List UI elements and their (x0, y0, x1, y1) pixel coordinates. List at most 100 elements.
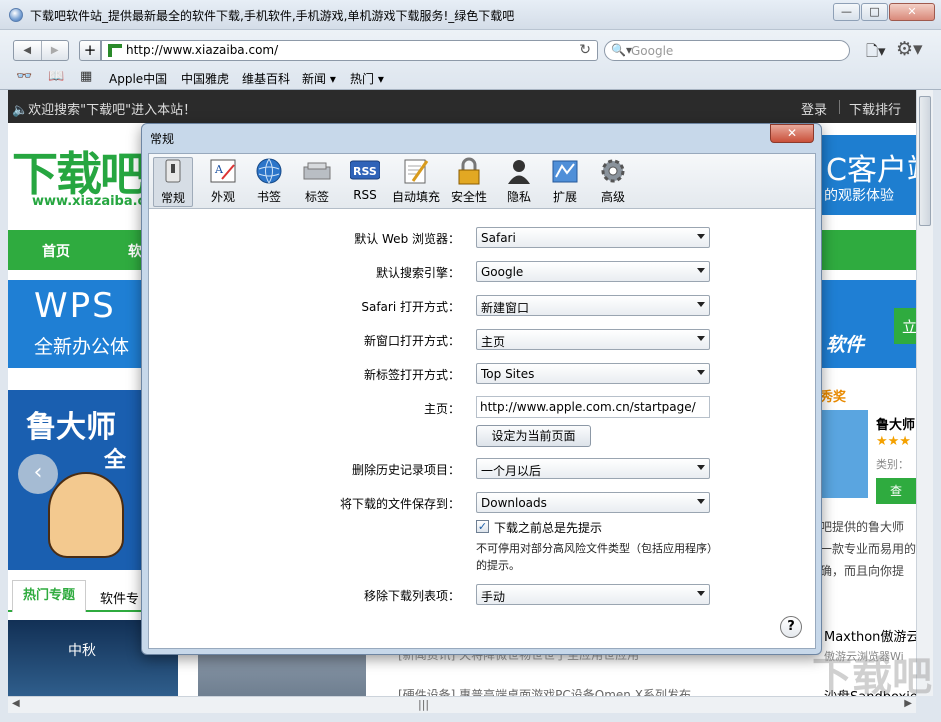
bookmarks-bar: 👓 📖 ▦ Apple中国 中国雅虎 维基百科 新闻 ▾ 热门 ▾ (0, 67, 941, 87)
right-ad-title: C客户端 (826, 145, 916, 189)
add-bookmark-button[interactable]: + (79, 40, 101, 61)
safari-app-icon (9, 8, 23, 22)
bookmarks-book-icon[interactable]: 📖 (48, 69, 64, 84)
ludashi-app-image[interactable] (818, 410, 868, 498)
tab-general-label: 常规 (154, 189, 192, 206)
dropdown-arrow-icon (697, 268, 705, 273)
nav-buttons: ◀ ▶ (13, 40, 69, 61)
news-item[interactable]: [硬件设备] 惠普高端桌面游戏PC设备Omen X系列发布 (398, 686, 691, 696)
remove-history-label: 删除历史记录项目： (260, 461, 460, 478)
bookmark-apple[interactable]: Apple中国 (109, 70, 167, 87)
tab-security[interactable]: 安全性 (449, 157, 489, 207)
login-link[interactable]: 登录 (801, 99, 827, 118)
minimize-button[interactable]: — (833, 3, 860, 21)
bookmark-news[interactable]: 新闻 ▾ (302, 70, 336, 87)
save-to-select[interactable]: Downloads (476, 492, 710, 513)
category-label: 类别： (876, 456, 909, 472)
tab-advanced-label: 高级 (593, 188, 633, 205)
back-button[interactable]: ◀ (14, 41, 41, 60)
tabs-icon (302, 157, 332, 185)
ask-before-download-label[interactable]: 下载之前总是先提示 (494, 519, 602, 536)
safari-open-label: Safari 打开方式： (260, 298, 460, 315)
horizontal-scrollbar[interactable]: ◀ ||| ▶ (8, 696, 916, 713)
globe-icon (254, 157, 284, 185)
tab-tabs[interactable]: 标签 (297, 157, 337, 207)
help-button[interactable]: ? (780, 616, 802, 638)
safari-open-select[interactable]: 新建窗口 (476, 295, 710, 316)
rss-icon: RSS (350, 157, 380, 185)
default-browser-select[interactable]: Safari (476, 227, 710, 248)
search-placeholder[interactable]: Google (631, 44, 673, 58)
ask-before-download-checkbox[interactable]: ✓ (476, 520, 489, 533)
tab-extensions[interactable]: 扩展 (545, 157, 585, 207)
bookmark-popular[interactable]: 热门 ▾ (350, 70, 384, 87)
top-sites-grid-icon[interactable]: ▦ (80, 69, 92, 84)
reading-list-icon[interactable]: 👓 (16, 69, 32, 84)
settings-gear-icon[interactable]: ⚙▾ (896, 38, 923, 60)
vertical-scrollbar[interactable] (916, 90, 933, 696)
wps-banner[interactable]: WPS 全新办公体 (8, 280, 148, 368)
dropdown-arrow-icon (697, 234, 705, 239)
remove-downloads-value: 手动 (481, 588, 505, 605)
search-engine-select[interactable]: Google (476, 261, 710, 282)
ranking-link[interactable]: 下载排行 (849, 99, 901, 118)
new-window-select[interactable]: 主页 (476, 329, 710, 350)
homepage-value[interactable]: http://www.apple.com.cn/startpage/ (480, 400, 696, 414)
search-icon[interactable]: 🔍▾ (611, 43, 632, 57)
tab-software-topics[interactable]: 软件专 (100, 588, 139, 607)
nav-home[interactable]: 首页 (42, 241, 70, 261)
tab-bookmarks[interactable]: 书签 (249, 157, 289, 207)
dialog-close-button[interactable]: ✕ (770, 124, 814, 143)
tab-extensions-label: 扩展 (545, 188, 585, 205)
tab-privacy[interactable]: 隐私 (499, 157, 539, 207)
app-name[interactable]: 鲁大师 (876, 414, 915, 433)
site-favicon-icon (108, 44, 122, 57)
window-bottom-edge (0, 713, 941, 722)
scrollbar-thumb[interactable] (919, 96, 931, 226)
rating-stars: ★★★ (876, 434, 911, 449)
view-button[interactable]: 查 (876, 478, 916, 504)
dropdown-arrow-icon (697, 591, 705, 596)
tab-hot-topics[interactable]: 热门专题 (12, 580, 86, 612)
set-current-page-button[interactable]: 设定为当前页面 (476, 425, 591, 447)
right-banner-button[interactable]: 立 (894, 308, 916, 344)
bookmark-wikipedia[interactable]: 维基百科 (242, 70, 290, 87)
maxthon-link[interactable]: Maxthon傲游云 (824, 626, 916, 645)
new-tab-label: 新标签打开方式： (260, 366, 460, 383)
scroll-left-arrow-icon[interactable]: ◀ (12, 698, 20, 709)
address-text[interactable]: http://www.xiazaiba.com/ (126, 43, 278, 57)
dropdown-arrow-icon (697, 302, 705, 307)
dropdown-arrow-icon (697, 499, 705, 504)
reload-icon[interactable]: ↻ (579, 42, 591, 58)
carousel-prev-button[interactable]: ‹ (18, 454, 58, 494)
new-tab-select[interactable]: Top Sites (476, 363, 710, 384)
right-ad-banner[interactable]: C客户端 的观影体验 (818, 135, 916, 215)
window-title: 下载吧软件站_提供最新最全的软件下载,手机软件,手机游戏,单机游戏下载服务!_绿… (30, 7, 514, 24)
ludashi-sub: 全 (104, 442, 126, 474)
right-software-banner[interactable]: 软件 立 (818, 280, 916, 368)
remove-downloads-select[interactable]: 手动 (476, 584, 710, 605)
maximize-button[interactable]: □ (861, 3, 888, 21)
nav-software[interactable]: 软 (128, 241, 142, 261)
dropdown-arrow-icon (697, 465, 705, 470)
cartoon-character-image (48, 472, 124, 558)
forward-button[interactable]: ▶ (41, 41, 69, 60)
tab-advanced[interactable]: 高级 (593, 157, 633, 207)
ludashi-title: 鲁大师 (26, 402, 116, 446)
tab-autofill[interactable]: 自动填充 (391, 157, 441, 207)
tab-rss[interactable]: RSS RSS (345, 157, 385, 207)
search-field[interactable]: 🔍▾ Google (604, 40, 850, 61)
page-menu-icon[interactable]: 🗋▾ (866, 41, 886, 66)
close-window-button[interactable]: ✕ (889, 3, 935, 21)
tab-general[interactable]: 常规 (153, 157, 193, 207)
tab-privacy-label: 隐私 (499, 188, 539, 205)
remove-history-select[interactable]: 一个月以后 (476, 458, 710, 479)
app-description: 确，而且向你提 (820, 562, 904, 579)
bookmark-yahoo[interactable]: 中国雅虎 (181, 70, 229, 87)
address-bar[interactable]: http://www.xiazaiba.com/ ↻ (101, 40, 598, 61)
scroll-grip-icon[interactable]: ||| (418, 698, 429, 711)
tab-appearance[interactable]: A 外观 (203, 157, 243, 207)
app-description: 一款专业而易用的 (820, 540, 916, 557)
remove-history-value: 一个月以后 (481, 462, 541, 479)
homepage-field[interactable]: http://www.apple.com.cn/startpage/ (476, 396, 710, 418)
